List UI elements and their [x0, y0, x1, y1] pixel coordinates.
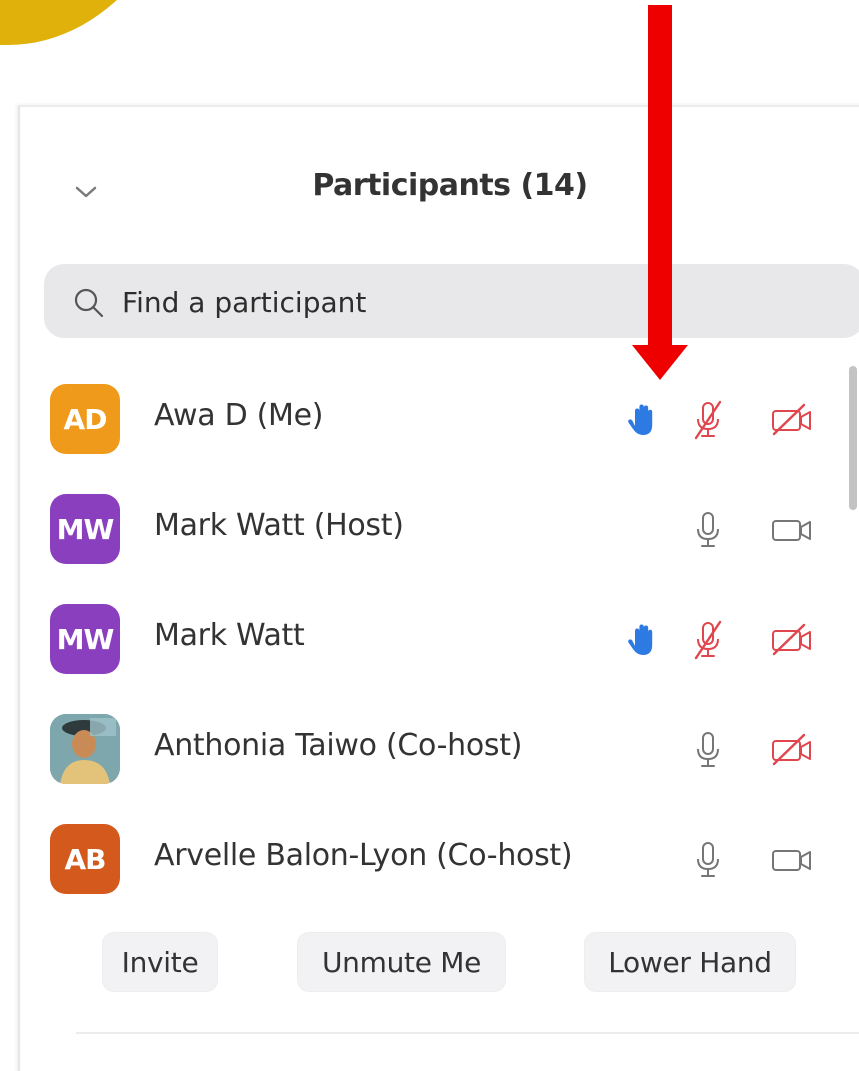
participant-row[interactable]: AB Arvelle Balon-Lyon (Co-host) — [0, 808, 830, 908]
participant-name: Anthonia Taiwo (Co-host) — [154, 728, 523, 763]
screenshot-stage: Participants (14) AD Awa D (Me) MW Mark Wa… — [0, 0, 859, 1071]
avatar-initials: MW — [56, 512, 115, 546]
participant-avatar: AB — [50, 824, 120, 894]
video-camera-off-icon[interactable] — [770, 618, 814, 662]
avatar-photo — [50, 714, 120, 784]
lower-hand-button[interactable]: Lower Hand — [584, 932, 796, 992]
microphone-icon[interactable] — [686, 508, 730, 552]
raised-hand-icon[interactable] — [620, 398, 664, 442]
panel-title: Participants (14) — [312, 168, 588, 203]
participant-row[interactable]: MW Mark Watt (Host) — [0, 478, 830, 578]
avatar-initials: AD — [63, 402, 108, 436]
invite-button[interactable]: Invite — [102, 932, 218, 992]
microphone-icon[interactable] — [686, 838, 730, 882]
avatar-initials: MW — [56, 622, 115, 656]
microphone-muted-icon[interactable] — [686, 618, 730, 662]
participant-name: Awa D (Me) — [154, 398, 324, 433]
participant-row[interactable]: Anthonia Taiwo (Co-host) — [0, 698, 830, 798]
arrow-head — [632, 345, 688, 380]
microphone-muted-icon[interactable] — [686, 398, 730, 442]
decorative-yellow-shape — [0, 0, 200, 45]
video-camera-icon[interactable] — [770, 508, 814, 552]
unmute-me-button[interactable]: Unmute Me — [297, 932, 506, 992]
participant-avatar — [50, 714, 120, 784]
arrow-shaft — [648, 5, 672, 347]
participant-row[interactable]: MW Mark Watt — [0, 588, 830, 688]
microphone-icon[interactable] — [686, 728, 730, 772]
participant-avatar: MW — [50, 494, 120, 564]
video-camera-off-icon[interactable] — [770, 728, 814, 772]
search-box[interactable] — [44, 264, 859, 338]
participant-row[interactable]: AD Awa D (Me) — [0, 368, 830, 468]
video-camera-off-icon[interactable] — [770, 398, 814, 442]
participant-name: Mark Watt (Host) — [154, 508, 404, 543]
participant-name: Mark Watt — [154, 618, 305, 653]
footer-divider — [76, 1032, 859, 1034]
participant-name: Arvelle Balon-Lyon (Co-host) — [154, 838, 573, 873]
search-icon — [74, 288, 104, 318]
chevron-down-icon — [75, 186, 97, 198]
list-scrollbar[interactable] — [849, 366, 857, 510]
video-camera-icon[interactable] — [770, 838, 814, 882]
participant-avatar: MW — [50, 604, 120, 674]
avatar-initials: AB — [64, 842, 106, 876]
red-arrow-annotation — [632, 5, 688, 380]
participant-avatar: AD — [50, 384, 120, 454]
collapse-panel-button[interactable] — [70, 178, 102, 206]
raised-hand-icon[interactable] — [620, 618, 664, 662]
